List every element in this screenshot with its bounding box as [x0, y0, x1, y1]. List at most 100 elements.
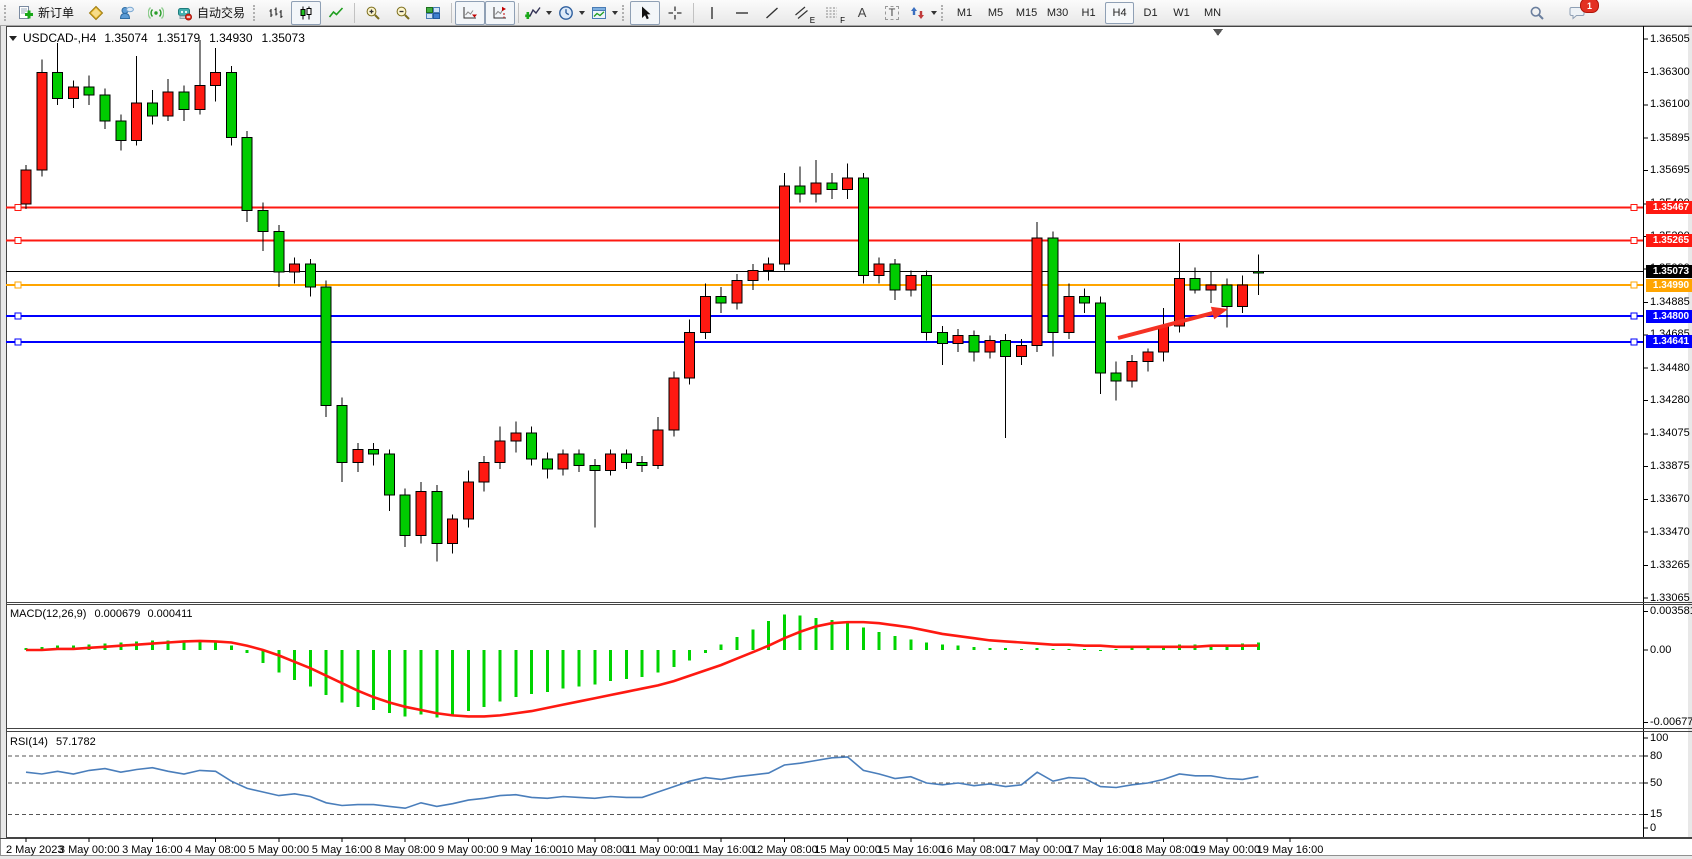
tile-windows-button[interactable] — [418, 1, 448, 25]
crosshair-button[interactable] — [660, 1, 690, 25]
shapes-button[interactable] — [907, 1, 940, 25]
macd-histogram-bar — [483, 650, 486, 707]
auto-trading-button[interactable]: 自动交易 — [171, 1, 252, 25]
macd-histogram-bar — [530, 650, 533, 694]
trendline-icon — [764, 5, 780, 21]
candle-body — [1238, 285, 1248, 306]
line-handle[interactable] — [15, 282, 21, 288]
candle-body — [1048, 238, 1058, 332]
candle-body — [558, 454, 568, 469]
auto-scroll-button[interactable] — [455, 1, 485, 25]
timeframe-button-W1[interactable]: W1 — [1167, 2, 1196, 24]
dropdown-caret-icon[interactable] — [546, 11, 552, 15]
line-handle[interactable] — [15, 238, 21, 244]
channel-letter: E — [810, 16, 815, 25]
signals-button[interactable] — [141, 1, 171, 25]
label-button[interactable]: T — [877, 1, 907, 25]
candle-body — [1095, 303, 1105, 373]
timeframe-button-M5[interactable]: M5 — [981, 2, 1010, 24]
line-handle[interactable] — [1631, 339, 1637, 345]
toolbar-grip[interactable] — [941, 5, 946, 21]
candle-body — [416, 492, 426, 536]
chart-canvas[interactable] — [0, 0, 1692, 859]
chart-shift-button[interactable] — [485, 1, 515, 25]
candle-body — [195, 85, 205, 109]
new-order-button[interactable]: 新订单 — [12, 1, 81, 25]
candle-body — [621, 454, 631, 462]
macd-name: MACD(12,26,9) — [10, 608, 86, 620]
annotation-arrow-head[interactable] — [1211, 307, 1228, 320]
line-handle[interactable] — [15, 313, 21, 319]
macd-histogram-bar — [467, 650, 470, 711]
new-order-icon — [17, 5, 33, 21]
dropdown-caret-icon[interactable] — [931, 11, 937, 15]
candle-body — [827, 183, 837, 190]
macd-histogram-bar — [420, 650, 423, 714]
toolbar-grip[interactable] — [253, 5, 258, 21]
line-handle[interactable] — [15, 205, 21, 211]
text-button[interactable]: A — [847, 1, 877, 25]
line-handle[interactable] — [1631, 282, 1637, 288]
candle-body — [574, 454, 584, 465]
templates-button[interactable] — [588, 1, 621, 25]
candle-body — [1222, 285, 1232, 306]
timeframe-button-M1[interactable]: M1 — [950, 2, 979, 24]
zoom-out-button[interactable] — [388, 1, 418, 25]
line-handle[interactable] — [1631, 238, 1637, 244]
cursor-button[interactable] — [630, 1, 660, 25]
line-handle[interactable] — [15, 339, 21, 345]
candle-body — [400, 495, 410, 536]
bar-chart-button[interactable] — [261, 1, 291, 25]
channel-button[interactable]: E — [787, 1, 817, 25]
macd-histogram-bar — [246, 650, 249, 653]
line-handle[interactable] — [1631, 313, 1637, 319]
toolbar-separator — [451, 3, 452, 23]
macd-histogram-bar — [451, 650, 454, 715]
periods-button[interactable] — [555, 1, 588, 25]
dropdown-caret-icon[interactable] — [579, 11, 585, 15]
candle-body — [1127, 362, 1137, 382]
timeframe-button-M30[interactable]: M30 — [1043, 2, 1072, 24]
vertical-line-button[interactable] — [697, 1, 727, 25]
macd-histogram-bar — [641, 650, 644, 677]
timeframe-button-M15[interactable]: M15 — [1012, 2, 1041, 24]
candle-body — [890, 264, 900, 290]
chart-shift-marker[interactable] — [1213, 29, 1223, 36]
candle-body — [1174, 279, 1184, 326]
timeframe-button-H1[interactable]: H1 — [1074, 2, 1103, 24]
candle-body — [1159, 326, 1169, 352]
label-tool-letter: T — [885, 6, 900, 20]
search-button[interactable] — [1522, 1, 1552, 25]
macd-histogram-bar — [277, 650, 280, 673]
macd-histogram-bar — [957, 646, 960, 650]
candle-body — [258, 210, 268, 231]
candle-body — [37, 72, 47, 170]
candle-body — [542, 459, 552, 469]
dropdown-caret-icon[interactable] — [612, 11, 618, 15]
timeframe-button-H4[interactable]: H4 — [1105, 2, 1134, 24]
chart-collapse-icon[interactable] — [9, 36, 17, 41]
trendline-button[interactable] — [757, 1, 787, 25]
macd-histogram-bar — [815, 618, 818, 650]
indicators-button[interactable] — [522, 1, 555, 25]
line-handle[interactable] — [1631, 205, 1637, 211]
toolbar-grip[interactable] — [622, 5, 627, 21]
timeframe-button-D1[interactable]: D1 — [1136, 2, 1165, 24]
macd-histogram-bar — [372, 650, 375, 710]
macd-histogram-bar — [1083, 649, 1086, 650]
candle-body — [700, 297, 710, 333]
toolbar-grip[interactable] — [4, 5, 9, 21]
community-button[interactable] — [111, 1, 141, 25]
fibonacci-button[interactable]: F — [817, 1, 847, 25]
vertical-line-icon — [704, 5, 720, 21]
zoom-in-button[interactable] — [358, 1, 388, 25]
metaeditor-button[interactable] — [81, 1, 111, 25]
notifications-button[interactable]: 1 — [1562, 1, 1592, 25]
rsi-scale-label: 50 — [1650, 777, 1662, 789]
macd-histogram-bar — [262, 650, 265, 663]
timeframe-button-MN[interactable]: MN — [1198, 2, 1227, 24]
price-tick-label: 1.33875 — [1650, 460, 1690, 472]
candlestick-chart-button[interactable] — [291, 1, 321, 25]
horizontal-line-button[interactable] — [727, 1, 757, 25]
line-chart-button[interactable] — [321, 1, 351, 25]
